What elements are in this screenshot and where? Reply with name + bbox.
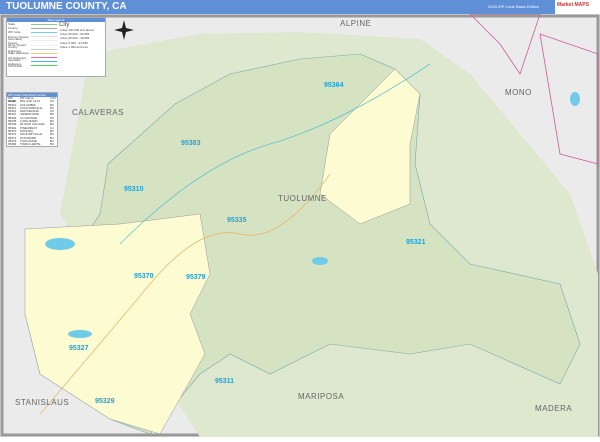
zip-label: 95329	[95, 398, 115, 405]
edition-label: 2023 ZIP Code Basic Edition	[488, 4, 540, 9]
zip-label: 95321	[406, 239, 426, 246]
map-canvas	[0, 13, 600, 437]
zip-index-cell: 95383	[8, 142, 17, 147]
zip-label: 95310	[124, 186, 144, 193]
zip-label: 95379	[186, 274, 206, 281]
zip-index-cell: TWAIN HARTE	[20, 142, 41, 147]
legend-item: Toll Roads	[7, 64, 57, 68]
county-label: CALAVERAS	[72, 108, 124, 117]
map-title: TUOLUMNE COUNTY, CA	[6, 1, 127, 12]
legend-label: Toll Roads	[8, 63, 23, 68]
map-area[interactable]: ALPINE CALAVERAS MONO TUOLUMNE MARIPOSA …	[0, 13, 600, 437]
county-label: MARIPOSA	[298, 392, 345, 401]
county-label: MADERA	[535, 404, 573, 413]
logo: Market MAPS	[555, 0, 600, 14]
zip-index-cell: B3	[50, 142, 54, 147]
county-label: STANISLAUS	[15, 398, 70, 407]
zip-index-row: 95383 TWAIN HARTE B3	[7, 142, 57, 147]
county-label: ALPINE	[340, 19, 372, 28]
zip-label: 95311	[215, 378, 235, 385]
map-legend: Map Legend State County ZIP Code Primary…	[6, 17, 106, 77]
lake	[45, 238, 75, 250]
zip-label: 95327	[69, 345, 89, 352]
zip-label: 95335	[227, 217, 247, 224]
lake	[68, 330, 92, 338]
lake	[570, 92, 580, 106]
header-bar: TUOLUMNE COUNTY, CA 2023 ZIP Code Basic …	[0, 0, 600, 14]
zip-label: 95370	[134, 273, 154, 280]
zip-label: 95364	[324, 82, 344, 89]
county-label: TUOLUMNE	[278, 194, 327, 203]
zip-label: 95383	[181, 140, 201, 147]
county-label: MONO	[505, 88, 532, 97]
logo-text: Market MAPS	[557, 2, 589, 8]
lake	[312, 257, 328, 265]
zip-code-index: ZIP Code Index/Grid Locator ZIP Code ZIP …	[6, 92, 58, 147]
city-size-label: Cities 1,000 and less	[60, 44, 88, 49]
